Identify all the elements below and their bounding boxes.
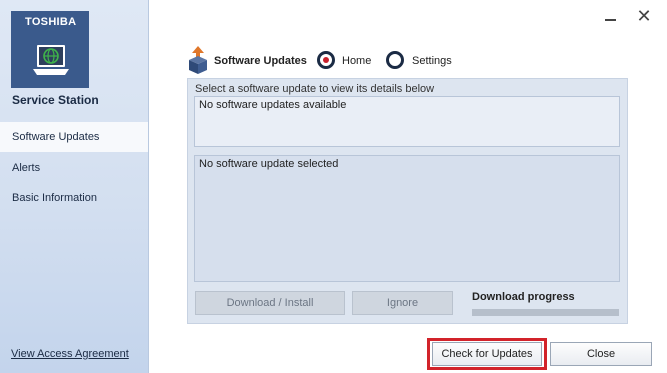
app-title: Service Station — [12, 93, 99, 107]
brand-name: TOSHIBA — [25, 16, 77, 28]
settings-radio-label[interactable]: Settings — [412, 55, 452, 67]
section-header: Software Updates Home Settings — [187, 46, 487, 76]
download-progress-bar — [472, 309, 619, 316]
sidebar: TOSHIBA Service Station Software Updates… — [0, 0, 149, 373]
home-radio-label[interactable]: Home — [342, 55, 371, 67]
download-install-button[interactable]: Download / Install — [195, 291, 345, 315]
updates-list-empty-text: No software updates available — [199, 99, 347, 111]
view-access-agreement-link[interactable]: View Access Agreement — [11, 348, 129, 360]
check-for-updates-button[interactable]: Check for Updates — [432, 342, 542, 366]
ignore-button[interactable]: Ignore — [352, 291, 453, 315]
download-progress-label: Download progress — [472, 291, 575, 303]
sidebar-item-basic-information[interactable]: Basic Information — [0, 183, 148, 213]
sidebar-item-software-updates[interactable]: Software Updates — [0, 122, 148, 152]
package-update-icon — [189, 46, 207, 74]
sidebar-item-alerts[interactable]: Alerts — [0, 153, 148, 183]
laptop-globe-icon — [33, 45, 69, 75]
details-empty-text: No software update selected — [199, 158, 339, 170]
app-logo: TOSHIBA — [11, 11, 89, 88]
close-icon[interactable]: ✕ — [634, 6, 654, 26]
section-title: Software Updates — [214, 55, 307, 67]
updates-list[interactable]: No software updates available — [194, 96, 620, 147]
instruction-text: Select a software update to view its det… — [195, 83, 435, 95]
close-button[interactable]: Close — [550, 342, 652, 366]
settings-radio[interactable] — [386, 51, 404, 69]
home-radio[interactable] — [317, 51, 335, 69]
minimize-icon[interactable] — [601, 6, 621, 26]
update-details-pane: No software update selected — [194, 155, 620, 282]
